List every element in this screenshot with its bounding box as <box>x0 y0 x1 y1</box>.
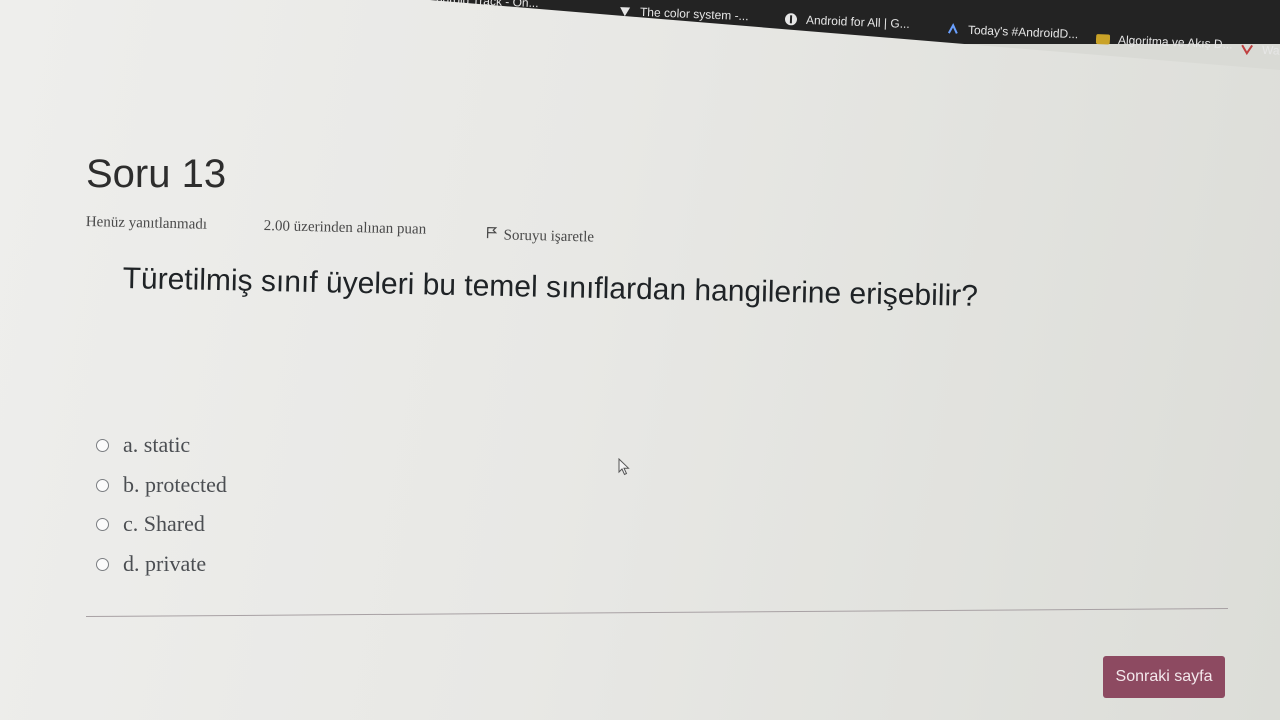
option-a[interactable]: a. static <box>96 432 190 458</box>
option-label: a. static <box>123 432 191 457</box>
globe-bookmark-icon <box>784 12 799 27</box>
bookmark-label: Wa <box>1261 42 1280 58</box>
mouse-cursor-icon <box>618 457 630 481</box>
divider <box>85 608 1228 617</box>
question-text: Türetilmiş sınıf üyeleri bu temel sınıfl… <box>122 262 979 313</box>
bookmark-wa[interactable]: Wa <box>1240 42 1280 58</box>
radio-button[interactable] <box>96 557 109 571</box>
question-info: Henüz yanıtlanmadı 2.00 üzerinden alınan… <box>85 214 646 267</box>
bookmark-label: Today's #AndroidD... <box>967 22 1079 42</box>
quiz-page: Soru 13 Henüz yanıtlanmadı 2.00 üzerinde… <box>0 0 1280 720</box>
points-info: 2.00 üzerinden alınan puan <box>263 218 427 238</box>
flag-question-link[interactable]: Soruyu işaretle <box>485 226 594 246</box>
flag-label: Soruyu işaretle <box>503 226 595 246</box>
bookmark-android-for-all[interactable]: Android for All | G... <box>784 12 910 31</box>
next-page-button[interactable]: Sonraki sayfa <box>1103 656 1225 698</box>
flag-icon <box>485 226 498 244</box>
v-bookmark-icon <box>1240 42 1255 57</box>
answer-status: Henüz yanıtlanmadı <box>85 214 208 233</box>
option-b[interactable]: b. protected <box>96 472 227 498</box>
radio-button[interactable] <box>96 517 109 531</box>
bookmark-label: Android for All | G... <box>805 12 911 32</box>
option-label: c. Shared <box>123 511 205 536</box>
option-label: b. protected <box>123 472 227 497</box>
bookmark-todays-android[interactable]: Today's #AndroidD... <box>946 22 1079 41</box>
question-block: Soru 13 Henüz yanıtlanmadı 2.00 üzerinde… <box>0 0 1280 720</box>
chevron-bookmark-icon <box>946 22 961 37</box>
option-c[interactable]: c. Shared <box>96 511 205 537</box>
bookmark-label: Algoritma ve Akış D... <box>1117 32 1233 52</box>
question-number: Soru 13 <box>86 152 227 196</box>
bookmark-algoritma[interactable]: Algoritma ve Akış D... <box>1095 32 1233 52</box>
site-bookmark-icon <box>1095 32 1111 47</box>
option-label: d. private <box>123 551 207 576</box>
radio-button[interactable] <box>96 438 109 452</box>
radio-button[interactable] <box>96 478 109 492</box>
option-d[interactable]: d. private <box>96 551 206 577</box>
